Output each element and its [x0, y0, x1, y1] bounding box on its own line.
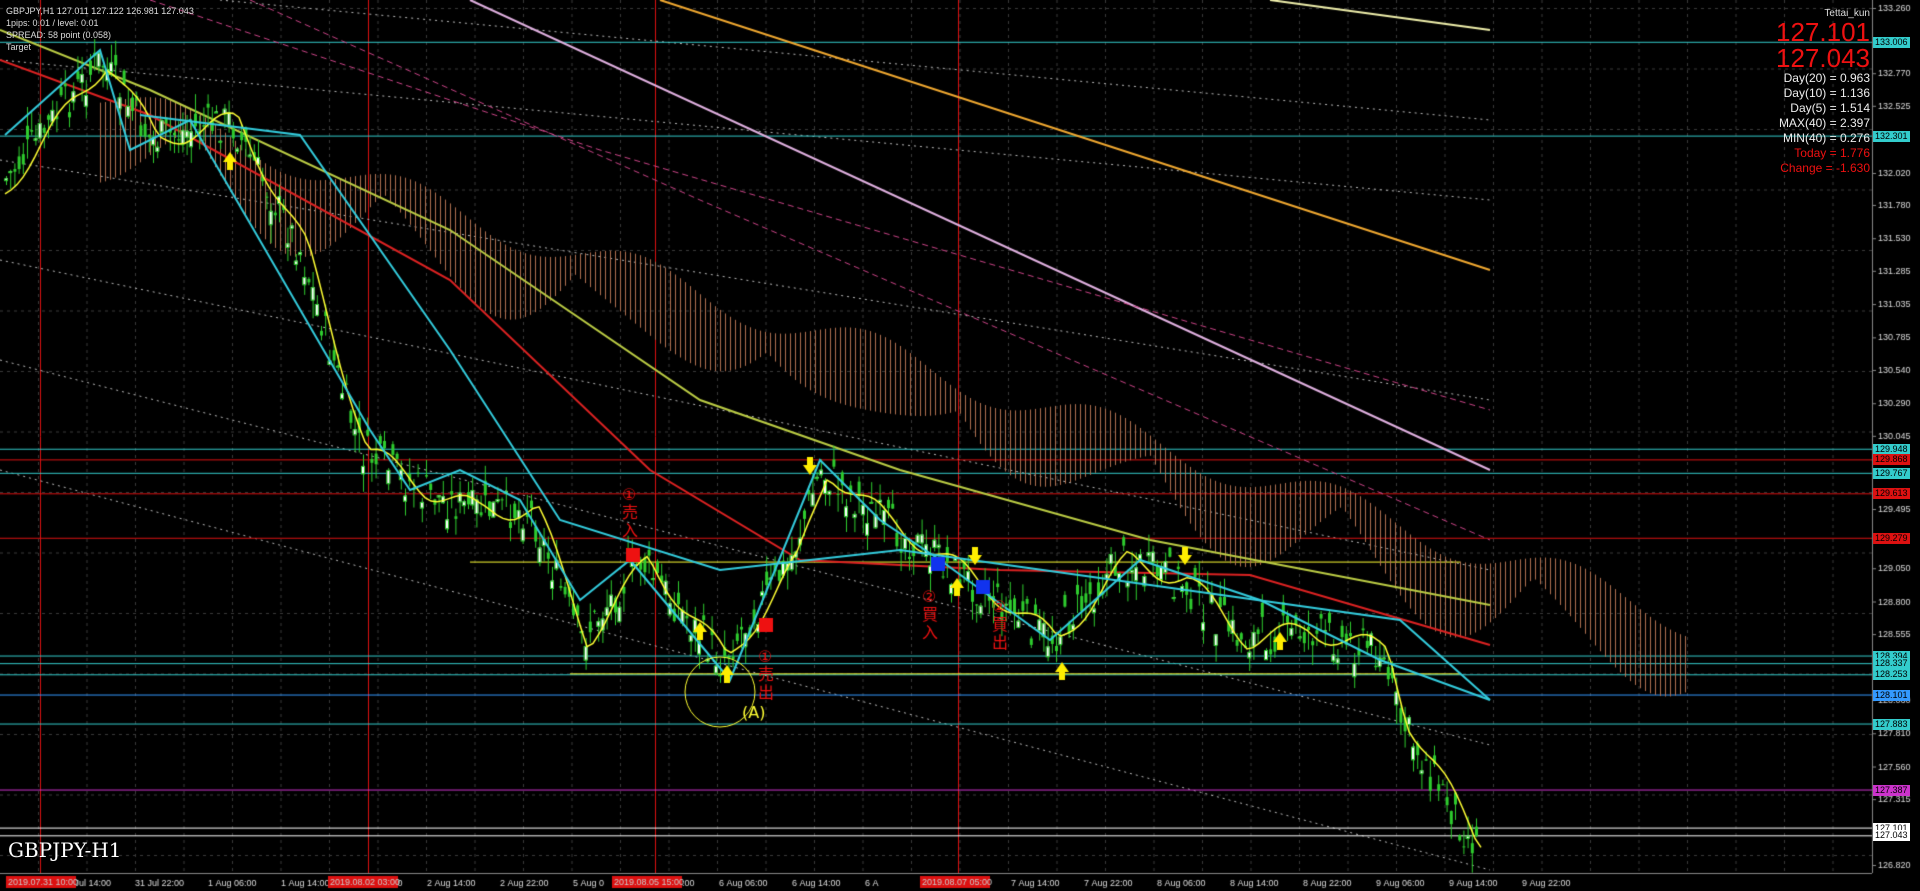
- price-level-badge: 128.101: [1873, 689, 1910, 701]
- stat-max40: MAX(40) = 2.397: [1778, 116, 1870, 130]
- stat-today: Today = 1.776: [1794, 146, 1870, 160]
- price-level-badge: 127.883: [1873, 718, 1910, 730]
- stat-day20: Day(20) = 0.963: [1783, 71, 1870, 85]
- stat-day10: Day(10) = 1.136: [1783, 86, 1870, 100]
- chart-header: GBPJPY,H1 127.011 127.122 126.981 127.04…: [6, 5, 194, 53]
- price-level-badge: 127.387: [1873, 784, 1910, 796]
- price-level-badge: 132.301: [1873, 130, 1910, 142]
- price-level-badge: 128.337: [1873, 658, 1910, 670]
- price-level-badge: 128.253: [1873, 669, 1910, 681]
- target-line: Target: [6, 42, 32, 52]
- symbol-title: GBPJPY-H1: [8, 838, 122, 862]
- price-level-badge: 129.279: [1873, 532, 1910, 544]
- price-level-badge: 129.613: [1873, 488, 1910, 500]
- price-chart-canvas[interactable]: [0, 0, 1920, 891]
- ask-price: 127.101: [1776, 17, 1870, 47]
- price-level-badge: 129.868: [1873, 454, 1910, 466]
- price-level-badge: 133.006: [1873, 36, 1910, 48]
- info-panel: Tettai_kun 127.101 127.043 Day(20) = 0.9…: [1776, 8, 1870, 176]
- pips-line: 1pips: 0.01 / level: 0.01: [6, 18, 99, 28]
- stat-change: Change = -1.630: [1780, 161, 1870, 175]
- stat-day5: Day(5) = 1.514: [1790, 101, 1870, 115]
- ohlc-line: GBPJPY,H1 127.011 127.122 126.981 127.04…: [6, 6, 194, 16]
- spread-line: SPREAD: 58 point (0.058): [6, 30, 112, 40]
- bid-price: 127.043: [1776, 43, 1870, 73]
- price-level-badge: 129.948: [1873, 443, 1910, 455]
- price-level-badge: 127.043: [1873, 830, 1910, 842]
- price-level-badge: 129.767: [1873, 467, 1910, 479]
- stat-min40: MIN(40) = 0.276: [1782, 131, 1870, 145]
